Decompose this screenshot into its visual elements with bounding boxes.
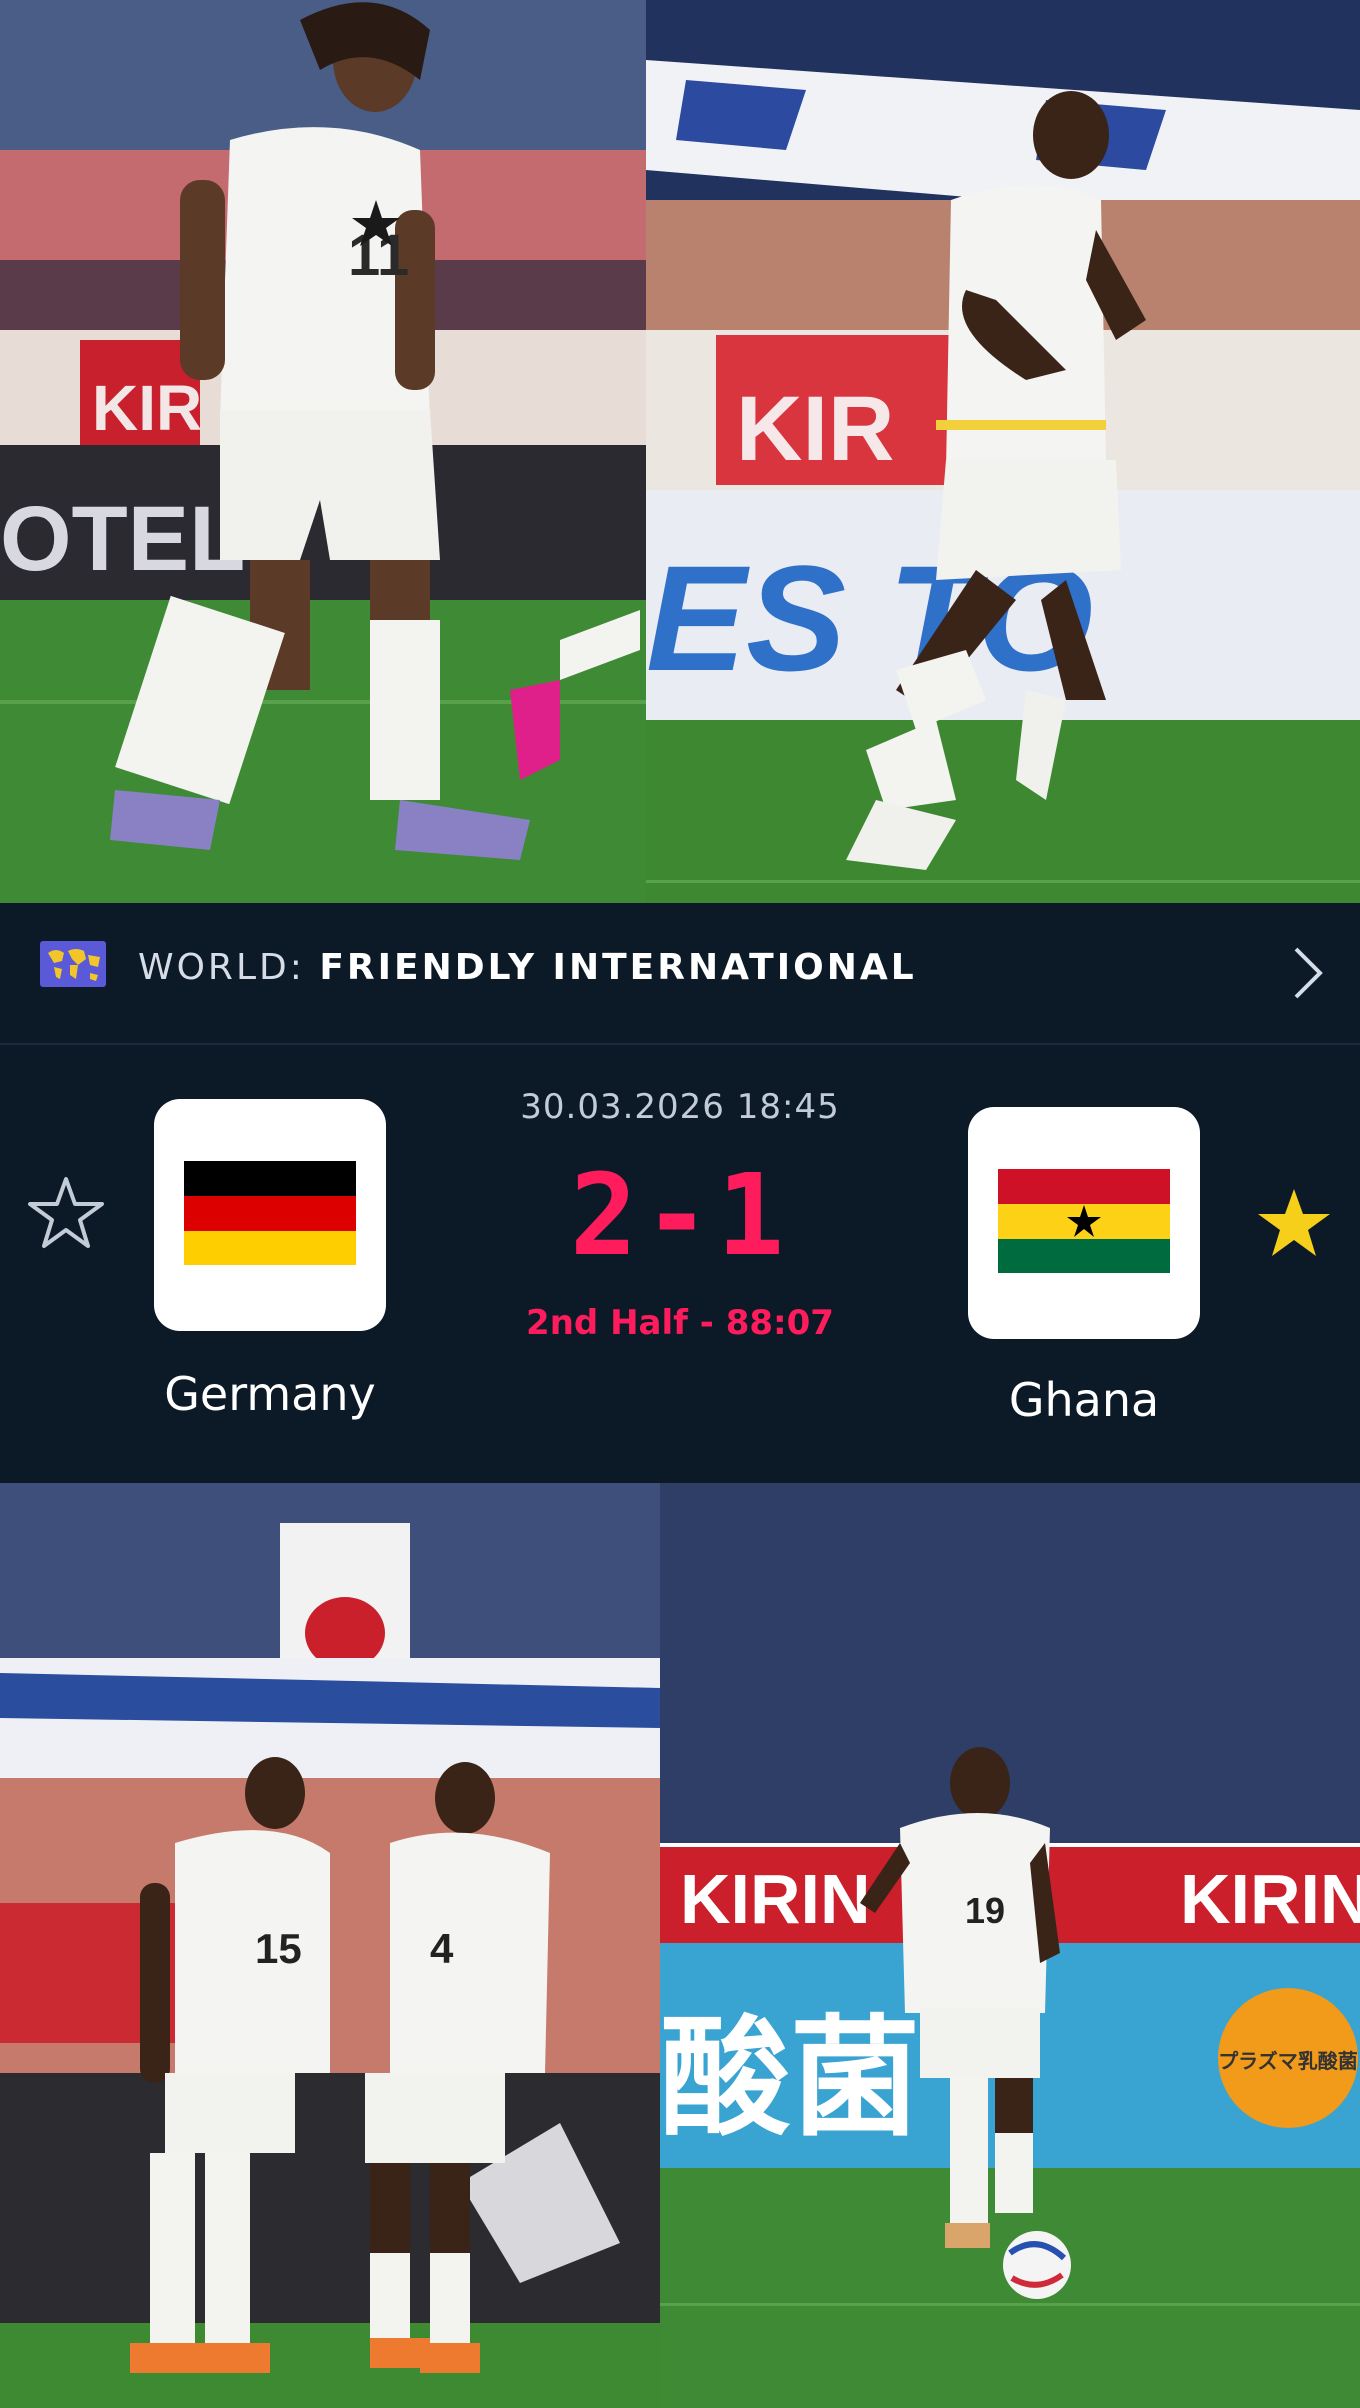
star-outline-icon[interactable] [28, 1175, 104, 1251]
home-team-name[interactable]: Germany [90, 1367, 450, 1421]
hotel-banner-text: OTEL [0, 488, 245, 590]
advert-badge-text: プラズマ乳酸菌 [1218, 2049, 1358, 2073]
photo-bottom-left: 15 4 [0, 1483, 660, 2408]
match-date-time: 30.03.2026 18:45 [520, 1087, 840, 1127]
sponsor-board-text: KIR [736, 378, 894, 480]
away-team-name[interactable]: Ghana [904, 1373, 1264, 1427]
chevron-right-icon[interactable] [1286, 943, 1326, 1003]
match-status: 2nd Half - 88:07 [526, 1303, 834, 1343]
jersey-number-15: 15 [255, 1925, 302, 1972]
competition-prefix: WORLD: [138, 947, 305, 988]
ghana-flag-icon [998, 1169, 1170, 1273]
jersey-number-4: 4 [430, 1925, 454, 1972]
germany-flag-icon [184, 1161, 356, 1265]
competition-header[interactable]: WORLD: FRIENDLY INTERNATIONAL [0, 903, 1360, 1045]
globe-map-icon [40, 941, 106, 987]
sponsor-board-text: KIR [92, 372, 202, 444]
photo-top-right: KIR ES TO [646, 0, 1360, 903]
competition-title: WORLD: FRIENDLY INTERNATIONAL [138, 947, 917, 988]
away-team-flag[interactable] [968, 1107, 1200, 1339]
sponsor-board-text-left: KIRIN [680, 1860, 871, 1938]
sponsor-board-text-right: KIRIN [1180, 1860, 1360, 1938]
advert-banner-text: 酸菌 [660, 2002, 920, 2154]
competition-name: FRIENDLY INTERNATIONAL [319, 947, 917, 988]
star-filled-icon[interactable] [1256, 1185, 1332, 1261]
match-scoreboard[interactable]: WORLD: FRIENDLY INTERNATIONAL Germany Gh… [0, 903, 1360, 1483]
photo-top-left: OTEL KIR 11 [0, 0, 646, 903]
home-team-flag[interactable] [154, 1099, 386, 1331]
match-score: 2-1 [569, 1151, 791, 1281]
photo-bottom-right: KIRIN KIRIN 酸菌 プラズマ乳酸菌 19 [660, 1483, 1360, 2408]
jersey-number-19: 19 [965, 1890, 1005, 1931]
